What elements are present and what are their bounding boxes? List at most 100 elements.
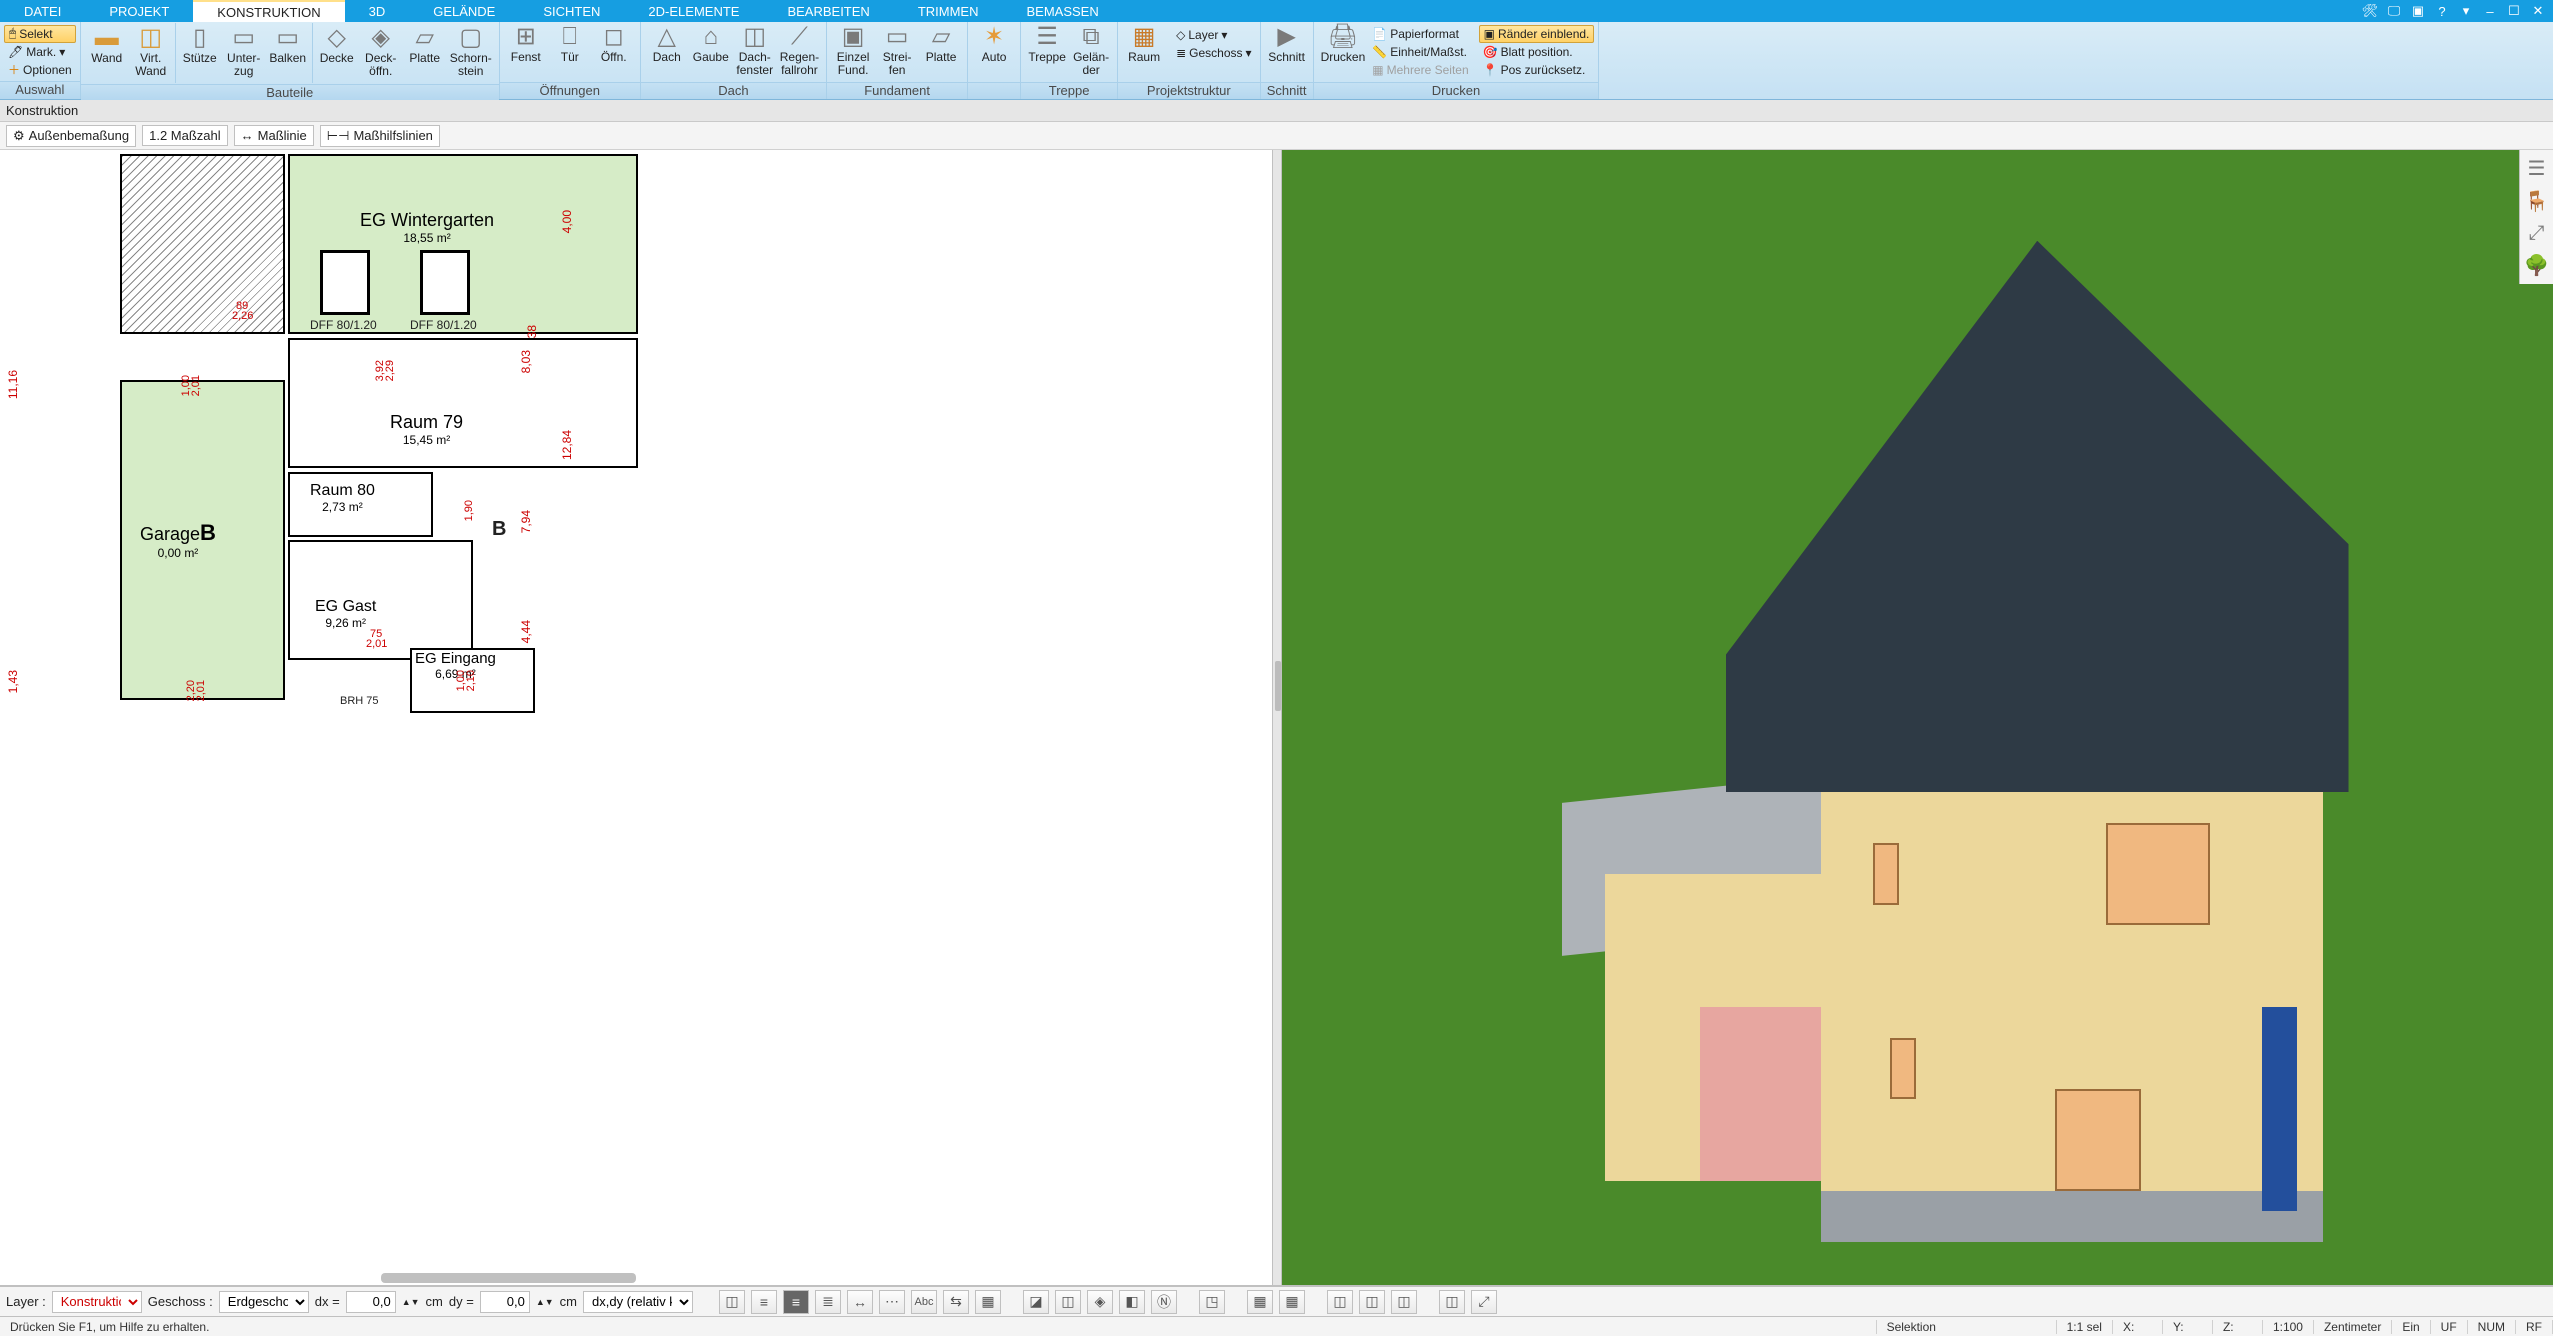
tab-konstruktion[interactable]: KONSTRUKTION	[193, 0, 344, 22]
view-2d[interactable]: GarageB 0,00 m² EG Wintergarten 18,55 m²…	[0, 150, 1272, 1285]
tool-b[interactable]: ◫	[1055, 1290, 1081, 1314]
blatt-position-button[interactable]: 🎯 Blatt position.	[1479, 43, 1595, 61]
snap-2[interactable]: ≡	[751, 1290, 777, 1314]
tab-bearbeiten[interactable]: BEARBEITEN	[763, 0, 893, 22]
auto-button[interactable]: ✶Auto	[972, 23, 1016, 81]
layer-select[interactable]: Konstruktio	[52, 1291, 142, 1313]
tool-n[interactable]: Ⓝ	[1151, 1290, 1177, 1314]
papierformat-button[interactable]: 📄 Papierformat	[1368, 25, 1472, 43]
streifen-button[interactable]: ▭Strei- fen	[875, 23, 919, 81]
fund-platte-button[interactable]: ▱Platte	[919, 23, 963, 81]
tree-icon[interactable]: 🌳	[2524, 253, 2549, 278]
schornstein-button[interactable]: ▢Schorn- stein	[447, 24, 495, 82]
optionen-button[interactable]: ＋ Optionen	[4, 61, 76, 79]
selekt-button[interactable]: 🖱 Selekt	[4, 25, 76, 43]
coord-mode-select[interactable]: dx,dy (relativ ka	[583, 1291, 693, 1313]
dy-input[interactable]	[480, 1291, 530, 1313]
tab-sichten[interactable]: SICHTEN	[519, 0, 624, 22]
tab-datei[interactable]: DATEI	[0, 0, 85, 22]
snap-1[interactable]: ◫	[719, 1290, 745, 1314]
wand-button[interactable]: ▬Wand	[85, 24, 129, 82]
snap-3[interactable]: ≡	[783, 1290, 809, 1314]
orbit-icon[interactable]: ⤢	[2529, 222, 2545, 245]
chair-icon[interactable]: 🪑	[2524, 189, 2549, 214]
dachfenster-button[interactable]: ◫Dach- fenster	[733, 23, 777, 81]
pos-reset-button[interactable]: 📍 Pos zurücksetz.	[1479, 61, 1595, 79]
masslinie-button[interactable]: ↔ Maßlinie	[234, 125, 314, 146]
aussenbemassung-button[interactable]: ⚙Außenbemaßung	[6, 125, 136, 147]
layer-dropdown[interactable]: ◇ Layer ▾	[1172, 26, 1255, 44]
dach-button[interactable]: △Dach	[645, 23, 689, 81]
gelaender-button[interactable]: ⧉Gelän- der	[1069, 23, 1113, 81]
masszahl-button[interactable]: 1.2 Maßzahl	[142, 125, 228, 146]
tuer-button[interactable]: ⎕Tür	[548, 23, 592, 81]
raum-button[interactable]: ▦Raum	[1122, 23, 1166, 81]
layers-icon[interactable]: ☰	[2528, 156, 2546, 181]
unterzug-button[interactable]: ▭Unter- zug	[222, 24, 266, 82]
group-caption: Dach	[641, 82, 826, 99]
horizontal-scrollbar[interactable]	[381, 1273, 635, 1283]
grid-b[interactable]: ▦	[1279, 1290, 1305, 1314]
fenster-button[interactable]: ⊞Fenst	[504, 23, 548, 81]
overlap-icon[interactable]: ▣	[2409, 2, 2427, 20]
breadcrumb-item[interactable]: Konstruktion	[6, 103, 78, 118]
snap-7[interactable]: ⇆	[943, 1290, 969, 1314]
misc-e[interactable]: ⤢	[1471, 1290, 1497, 1314]
grid-a[interactable]: ▦	[1247, 1290, 1273, 1314]
monitor-icon[interactable]: 🖵	[2385, 2, 2403, 20]
einheit-button[interactable]: 📏 Einheit/Maßst.	[1368, 43, 1472, 61]
misc-d[interactable]: ◫	[1439, 1290, 1465, 1314]
deckoeffn-button[interactable]: ◈Deck- öffn.	[359, 24, 403, 82]
treppe-button[interactable]: ☰Treppe	[1025, 23, 1069, 81]
tab-trimmen[interactable]: TRIMMEN	[894, 0, 1003, 22]
mark-button[interactable]: 🖊 Mark. ▾	[4, 43, 76, 61]
geschoss-select[interactable]: Erdgeschos	[219, 1291, 309, 1313]
tool-c[interactable]: ◈	[1087, 1290, 1113, 1314]
gaube-button[interactable]: ⌂Gaube	[689, 23, 733, 81]
schnitt-button[interactable]: ▶Schnitt	[1265, 23, 1309, 81]
decke-button[interactable]: ◇Decke	[315, 24, 359, 82]
tool-d[interactable]: ◧	[1119, 1290, 1145, 1314]
drucken-button[interactable]: 🖨Drucken	[1318, 23, 1369, 81]
tab-2delemente[interactable]: 2D-ELEMENTE	[624, 0, 763, 22]
help-icon[interactable]: ?	[2433, 2, 2451, 20]
einzelfund-button[interactable]: ▣Einzel Fund.	[831, 23, 875, 81]
stripfound-icon: ▭	[886, 23, 909, 51]
tab-projekt[interactable]: PROJEKT	[85, 0, 193, 22]
view-a[interactable]: ◳	[1199, 1290, 1225, 1314]
tab-bemassen[interactable]: BEMASSEN	[1002, 0, 1122, 22]
dx-input[interactable]	[346, 1291, 396, 1313]
stuetze-button[interactable]: ▯Stütze	[178, 24, 222, 82]
tool-icon[interactable]: 🛠	[2361, 2, 2379, 20]
oeffn-button[interactable]: ◻Öffn.	[592, 23, 636, 81]
joist-icon: ▭	[276, 24, 299, 52]
view-3d[interactable]: ☰ 🪑 ⤢ 🌳	[1282, 150, 2553, 1285]
balken-button[interactable]: ▭Balken	[266, 24, 310, 82]
snap-4[interactable]: ≣	[815, 1290, 841, 1314]
maximize-icon[interactable]: ☐	[2505, 2, 2523, 20]
snap-6[interactable]: ⋯	[879, 1290, 905, 1314]
dropdown-icon[interactable]: ▾	[2457, 2, 2475, 20]
mehrere-seiten-button[interactable]: ▦ Mehrere Seiten	[1368, 61, 1472, 79]
raender-button[interactable]: ▣ Ränder einblend.	[1479, 25, 1595, 43]
platte-button[interactable]: ▱Platte	[403, 24, 447, 82]
gear-icon: ⚙	[13, 128, 25, 144]
regenfallrohr-button[interactable]: ⟋Regen- fallrohr	[777, 23, 822, 81]
misc-c[interactable]: ◫	[1391, 1290, 1417, 1314]
snap-abc[interactable]: Abc	[911, 1290, 937, 1314]
close-icon[interactable]: ✕	[2529, 2, 2547, 20]
misc-a[interactable]: ◫	[1327, 1290, 1353, 1314]
dim-143: 1,43	[6, 670, 20, 693]
snap-5[interactable]: ↔	[847, 1290, 873, 1314]
view-splitter[interactable]	[1272, 150, 1282, 1285]
masshilfslinien-button[interactable]: ⊢⊣ Maßhilfslinien	[320, 125, 440, 147]
geschoss-dropdown[interactable]: ≣ Geschoss ▾	[1172, 44, 1255, 62]
minimize-icon[interactable]: –	[2481, 2, 2499, 20]
snap-8[interactable]: ▦	[975, 1290, 1001, 1314]
tool-a[interactable]: ◪	[1023, 1290, 1049, 1314]
misc-b[interactable]: ◫	[1359, 1290, 1385, 1314]
virt-wand-button[interactable]: ◫Virt. Wand	[129, 24, 173, 82]
tab-gelaende[interactable]: GELÄNDE	[409, 0, 519, 22]
status-ein: Ein	[2392, 1320, 2430, 1334]
tab-3d[interactable]: 3D	[345, 0, 410, 22]
